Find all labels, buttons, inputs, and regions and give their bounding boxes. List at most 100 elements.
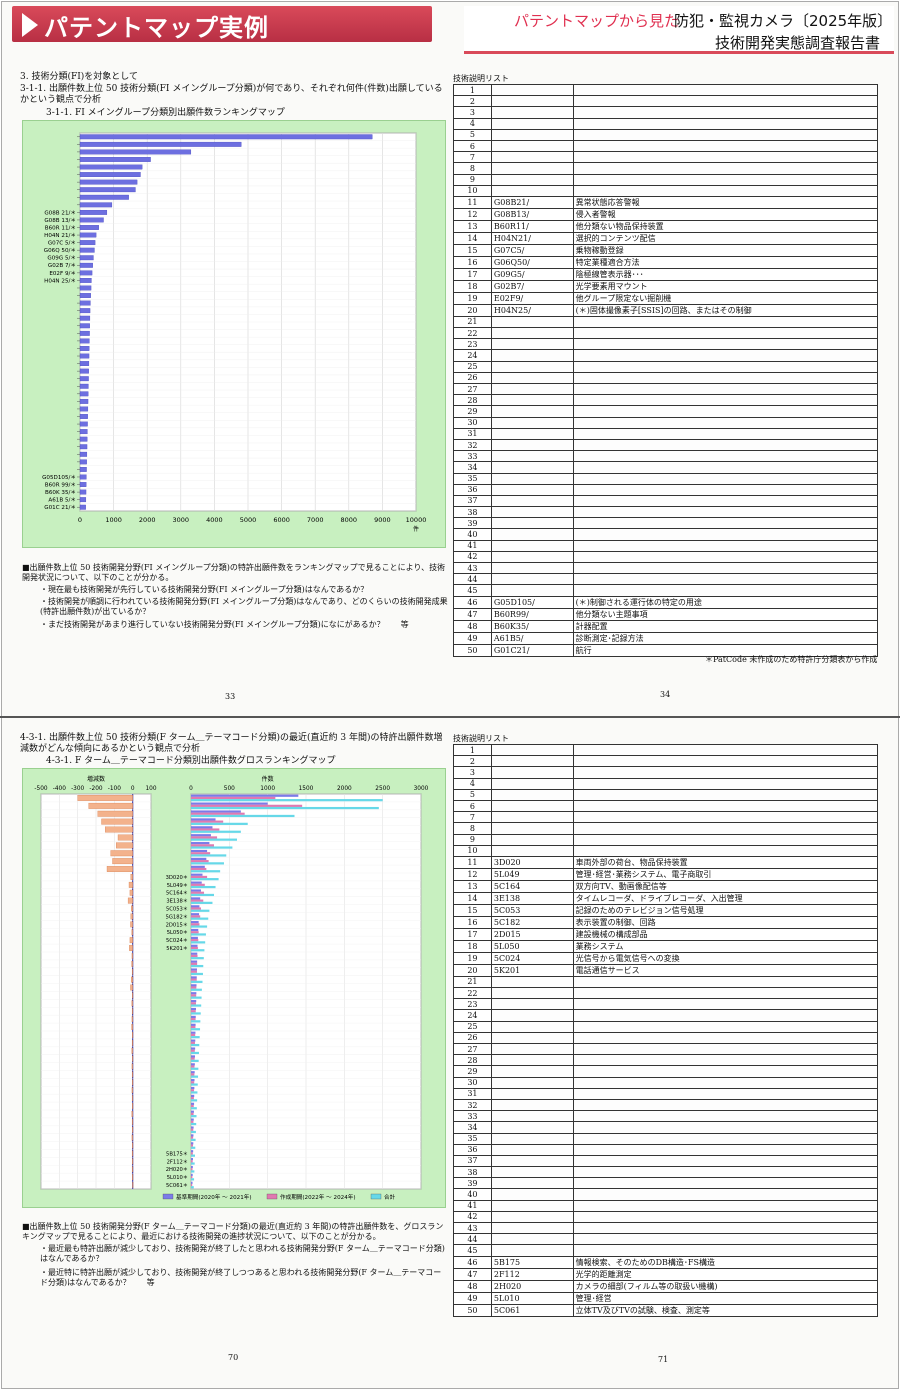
p70-note-2: ・最近特に特許出願が減少しており、技術開発が終了しつつあると思われる技術開発分野… bbox=[40, 1268, 442, 1287]
table-cell-description: 光学要素用マウント bbox=[572, 279, 879, 293]
x-axis-label: 件 bbox=[413, 525, 419, 533]
table-cell-description: 選択的コンテンツ配信 bbox=[572, 231, 879, 245]
series-bar bbox=[191, 1176, 193, 1179]
table-cell-code bbox=[490, 494, 574, 508]
table-cell-code bbox=[490, 833, 574, 846]
series-bar bbox=[191, 986, 197, 989]
series-bar bbox=[191, 1004, 202, 1007]
series-bar bbox=[191, 1057, 195, 1060]
series-bar bbox=[191, 941, 206, 944]
table-cell-code bbox=[490, 777, 574, 790]
table-row: 48 2H020 カメラの細部(フィルム等の取扱い機構) bbox=[453, 1279, 879, 1293]
header-subtitle: パテントマップから見た bbox=[514, 12, 680, 30]
table-row: 18 5L050 業務システム bbox=[453, 939, 879, 953]
table-cell-description: 双方向TV、動画像配信等 bbox=[572, 879, 879, 893]
table-cell-number: 11 bbox=[453, 195, 492, 209]
y-tick-label: 5B175＊ bbox=[166, 1151, 188, 1157]
series-bar bbox=[191, 1015, 196, 1019]
table-cell-number: 25 bbox=[453, 360, 492, 373]
table-cell-number: 28 bbox=[453, 394, 492, 407]
y-tick-label: 2D015＊ bbox=[166, 922, 188, 928]
bar bbox=[79, 406, 89, 412]
series-bar bbox=[191, 842, 210, 845]
y-tick-label: 2F112＊ bbox=[167, 1159, 188, 1165]
table-cell-description bbox=[572, 382, 879, 396]
table-cell-number: 46 bbox=[453, 595, 492, 609]
table-cell-description bbox=[572, 584, 879, 597]
table-row: 28 bbox=[453, 394, 879, 407]
table-cell-description bbox=[572, 788, 879, 801]
delta-bar bbox=[128, 881, 133, 888]
table-row: 29 bbox=[453, 1065, 879, 1078]
table-cell-code bbox=[490, 106, 574, 119]
bar bbox=[79, 497, 87, 503]
table-cell-code bbox=[490, 1233, 574, 1246]
bar bbox=[79, 270, 93, 276]
table-cell-description: 異常状態応答警報 bbox=[572, 195, 879, 209]
series-bar bbox=[191, 996, 202, 999]
table-cell-number: 30 bbox=[453, 1076, 492, 1089]
table-row: 3 bbox=[453, 766, 879, 779]
bar bbox=[79, 398, 89, 404]
table-cell-description bbox=[572, 1221, 879, 1235]
table-row: 3 bbox=[453, 106, 879, 119]
y-tick-label: H04N 25/＊ bbox=[44, 277, 76, 284]
bar bbox=[79, 172, 141, 177]
x-tick-label: 6000 bbox=[273, 516, 290, 524]
table-row: 22 bbox=[453, 987, 879, 1000]
table-cell-description bbox=[572, 427, 879, 440]
series-bar bbox=[191, 860, 209, 863]
table-cell-number: 46 bbox=[453, 1255, 492, 1269]
table-cell-number: 7 bbox=[453, 811, 492, 824]
table-cell-description: 他分類ない物品保持装置 bbox=[572, 219, 879, 233]
table-cell-description bbox=[572, 1177, 879, 1190]
bar bbox=[79, 255, 94, 261]
table-cell-description bbox=[572, 95, 879, 108]
table-cell-number: 50 bbox=[453, 1303, 492, 1317]
table-row: 30 bbox=[453, 416, 879, 429]
delta-bar bbox=[131, 953, 133, 959]
delta-bar bbox=[130, 984, 133, 991]
series-bar bbox=[191, 1173, 193, 1177]
table-row: 24 bbox=[453, 1009, 879, 1022]
table-cell-number: 33 bbox=[453, 450, 492, 463]
series-bar bbox=[191, 810, 241, 813]
bar bbox=[79, 157, 151, 162]
table-cell-description bbox=[572, 528, 879, 541]
table-cell-code bbox=[490, 1087, 574, 1100]
series-bar bbox=[191, 1165, 193, 1169]
table-row: 41 bbox=[453, 539, 879, 552]
series-bar bbox=[191, 1168, 193, 1171]
table-cell-description bbox=[572, 799, 879, 813]
table-cell-description bbox=[572, 517, 879, 530]
series-bar bbox=[191, 867, 207, 871]
series-bar bbox=[191, 1049, 195, 1052]
series-bar bbox=[191, 1031, 196, 1034]
bar bbox=[79, 346, 90, 351]
bar bbox=[79, 338, 90, 344]
series-bar bbox=[191, 913, 200, 916]
play-triangle-icon bbox=[22, 13, 38, 37]
series-bar bbox=[191, 1086, 195, 1090]
fterm-gross-ranking-chart: -500 -400 -300 -200 -100 0 100 0 500 1000 1500 2000… bbox=[34, 775, 428, 1201]
series-bar bbox=[191, 844, 214, 847]
delta-bar bbox=[131, 1150, 133, 1157]
series-bar bbox=[191, 899, 204, 902]
table-row: 10 bbox=[453, 844, 879, 857]
table-cell-number: 33 bbox=[453, 1110, 492, 1123]
table-cell-code: 5L010 bbox=[490, 1291, 574, 1305]
table-cell-description bbox=[572, 1154, 879, 1168]
table-cell-number: 48 bbox=[453, 1279, 492, 1293]
table-cell-description: 他グループ限定ない掘削機 bbox=[572, 291, 879, 305]
delta-bar bbox=[132, 1055, 134, 1062]
series-bar bbox=[191, 862, 224, 865]
table-cell-description bbox=[572, 1143, 879, 1156]
table-cell-description bbox=[572, 405, 879, 418]
table-cell-code bbox=[490, 799, 574, 813]
table-cell-number: 1 bbox=[453, 83, 492, 97]
legend-swatch bbox=[266, 1193, 278, 1200]
delta-bar bbox=[131, 1039, 133, 1046]
p33-note-1: ・現在最も技術開発が先行している技術開発分野(FI メイングループ分類)はなんで… bbox=[40, 585, 369, 594]
table-cell-code bbox=[490, 117, 574, 130]
table-row: 2 bbox=[453, 755, 879, 768]
